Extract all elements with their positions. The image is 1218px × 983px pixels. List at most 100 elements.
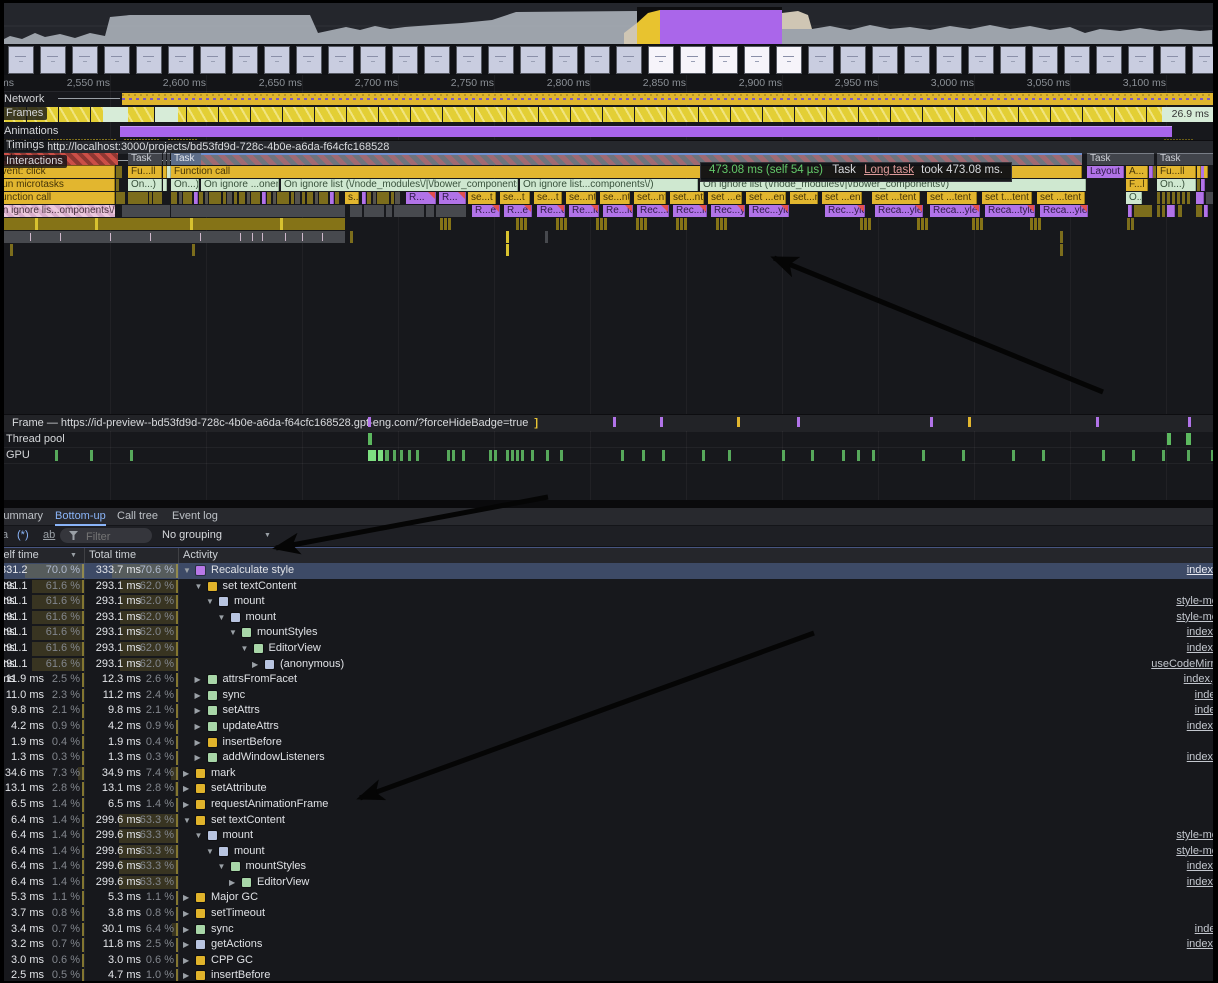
screenshot-thumb[interactable] — [712, 46, 738, 74]
screenshot-thumb[interactable] — [968, 46, 994, 74]
tab-call-tree[interactable]: Call tree — [117, 508, 158, 524]
screenshot-thumb[interactable] — [648, 46, 674, 74]
frame-block[interactable] — [475, 107, 506, 122]
frame-track-header[interactable]: Frame — https://id-preview--bd53fd9d-728… — [0, 414, 1218, 431]
flame-segment[interactable]: On...) — [128, 179, 162, 191]
flame-segment[interactable]: Reca...tyle — [985, 205, 1035, 217]
flame-segment[interactable]: On ignore ...onents\/) — [201, 179, 279, 191]
table-row[interactable]: 11.0 ms2.3 %11.2 ms2.4 %▶syncindex. — [0, 688, 1218, 704]
flame-segment[interactable] — [119, 166, 122, 178]
screenshot-thumb[interactable] — [936, 46, 962, 74]
screenshot-thumb[interactable] — [40, 46, 66, 74]
collapse-icon[interactable]: ▼ — [229, 625, 237, 641]
screenshot-thumb[interactable] — [328, 46, 354, 74]
screenshot-thumb[interactable] — [8, 46, 34, 74]
screenshot-thumb[interactable] — [296, 46, 322, 74]
frame-block-idle[interactable] — [103, 107, 128, 122]
panel-splitter[interactable] — [0, 500, 1218, 508]
frame-block[interactable] — [635, 107, 666, 122]
flame-segment[interactable]: set t...tent — [982, 192, 1032, 204]
expand-icon[interactable]: ▶ — [183, 890, 189, 906]
table-row[interactable]: 34.6 ms7.3 %34.9 ms7.4 %▶mark — [0, 766, 1218, 782]
tab-bottom-up[interactable]: Bottom-up — [55, 508, 106, 526]
frame-block-idle[interactable] — [155, 107, 178, 122]
flame-segment[interactable]: On...) — [1157, 179, 1196, 191]
flame-segment[interactable] — [0, 231, 345, 243]
flame-segment[interactable] — [122, 192, 125, 204]
screenshot-filmstrip[interactable] — [0, 44, 1218, 75]
network-track-bar[interactable] — [122, 93, 1218, 105]
flame-segment[interactable]: set...nt — [670, 192, 704, 204]
table-row[interactable]: 6.4 ms1.4 %299.6 ms63.3 %▼mountStylesind… — [0, 859, 1218, 875]
flame-segment[interactable]: Fu...ll — [1157, 166, 1196, 178]
frame-block[interactable] — [891, 107, 922, 122]
table-row[interactable]: 1.3 ms0.3 %1.3 ms0.3 %▶addWindowListener… — [0, 750, 1218, 766]
table-row[interactable]: 291.1 ms61.6 %293.1 ms62.0 %▶(anonymous)… — [0, 657, 1218, 673]
expand-icon[interactable]: ▶ — [183, 953, 189, 969]
flame-segment[interactable]: Reca...yle — [1040, 205, 1088, 217]
frame-block[interactable] — [603, 107, 634, 122]
screenshot-thumb[interactable] — [392, 46, 418, 74]
table-row[interactable]: 5.3 ms1.1 %5.3 ms1.1 %▶Major GC — [0, 890, 1218, 906]
frame-block[interactable] — [347, 107, 378, 122]
flame-segment[interactable]: On...) — [171, 179, 199, 191]
screenshot-thumb[interactable] — [424, 46, 450, 74]
col-total-time[interactable]: Total time — [89, 549, 136, 561]
frame-block[interactable] — [731, 107, 762, 122]
expand-icon[interactable]: ▶ — [195, 672, 201, 688]
flame-segment[interactable]: set...nt — [790, 192, 818, 204]
table-row[interactable]: 6.4 ms1.4 %299.6 ms63.3 %▶EditorViewinde… — [0, 875, 1218, 891]
flame-segment[interactable]: set ...tent — [927, 192, 977, 204]
flame-segment[interactable]: Reca...yle — [875, 205, 923, 217]
table-row[interactable]: 4.2 ms0.9 %4.2 ms0.9 %▶updateAttrsindex.… — [0, 719, 1218, 735]
flame-segment[interactable]: se...t — [534, 192, 562, 204]
source-link[interactable]: style-mod — [1176, 610, 1218, 626]
screenshot-thumb[interactable] — [264, 46, 290, 74]
tab-summary[interactable]: Summary — [0, 508, 43, 524]
flame-segment[interactable]: Task — [1157, 153, 1218, 165]
screenshot-thumb[interactable] — [840, 46, 866, 74]
frame-block[interactable] — [763, 107, 794, 122]
screenshot-thumb[interactable] — [200, 46, 226, 74]
expand-icon[interactable]: ▶ — [183, 937, 189, 953]
table-row[interactable]: 3.7 ms0.8 %3.8 ms0.8 %▶setTimeout — [0, 906, 1218, 922]
main-flame-chart[interactable]: TaskTaskTaskTaskTaskEvent: clickFu...llF… — [0, 153, 1218, 263]
collapse-icon[interactable]: ▼ — [183, 813, 191, 829]
flame-segment[interactable]: Re...le — [603, 205, 633, 217]
expand-icon[interactable]: ▶ — [183, 922, 189, 938]
frame-block[interactable] — [795, 107, 826, 122]
flame-segment[interactable] — [167, 153, 170, 165]
flame-segment[interactable] — [163, 153, 166, 165]
flame-segment[interactable]: Re...le — [569, 205, 599, 217]
screenshot-thumb[interactable] — [360, 46, 386, 74]
flame-segment[interactable]: R... — [439, 192, 466, 204]
table-row[interactable]: 3.4 ms0.7 %30.1 ms6.4 %▶syncindex. — [0, 922, 1218, 938]
frame-block[interactable] — [1051, 107, 1082, 122]
flame-segment[interactable]: A... — [1126, 166, 1148, 178]
table-row[interactable]: 9.8 ms2.1 %9.8 ms2.1 %▶setAttrsindex. — [0, 703, 1218, 719]
table-row[interactable]: 6.4 ms1.4 %299.6 ms63.3 %▼set textConten… — [0, 813, 1218, 829]
sort-arrow-icon[interactable]: ▼ — [70, 552, 77, 559]
expand-icon[interactable]: ▶ — [183, 781, 189, 797]
table-row[interactable]: 291.1 ms61.6 %293.1 ms62.0 %▼mountStyles… — [0, 625, 1218, 641]
screenshot-thumb[interactable] — [488, 46, 514, 74]
expand-icon[interactable]: ▶ — [195, 735, 201, 751]
table-row[interactable]: 291.1 ms61.6 %293.1 ms62.0 %▼mountstyle-… — [0, 594, 1218, 610]
frame-block[interactable] — [859, 107, 890, 122]
table-row[interactable]: 331.2 ms70.0 %333.7 ms70.6 %▼Recalculate… — [0, 563, 1218, 579]
flame-segment[interactable]: set ...ent — [746, 192, 786, 204]
grouping-select[interactable]: No grouping — [162, 529, 222, 541]
flame-segment[interactable]: set ...ent — [822, 192, 862, 204]
frame-block[interactable] — [923, 107, 954, 122]
flame-segment[interactable]: Task — [128, 153, 162, 165]
screenshot-thumb[interactable] — [1128, 46, 1154, 74]
screenshot-thumb[interactable] — [776, 46, 802, 74]
frame-block[interactable] — [315, 107, 346, 122]
flame-segment[interactable]: Rec...yle — [825, 205, 865, 217]
flame-segment[interactable]: R...e — [504, 205, 532, 217]
flame-segment[interactable]: Fu...ll — [128, 166, 162, 178]
collapse-icon[interactable]: ▼ — [183, 563, 191, 579]
table-row[interactable]: 6.5 ms1.4 %6.5 ms1.4 %▶requestAnimationF… — [0, 797, 1218, 813]
frame-block[interactable] — [827, 107, 858, 122]
expand-icon[interactable]: ▶ — [252, 657, 258, 673]
